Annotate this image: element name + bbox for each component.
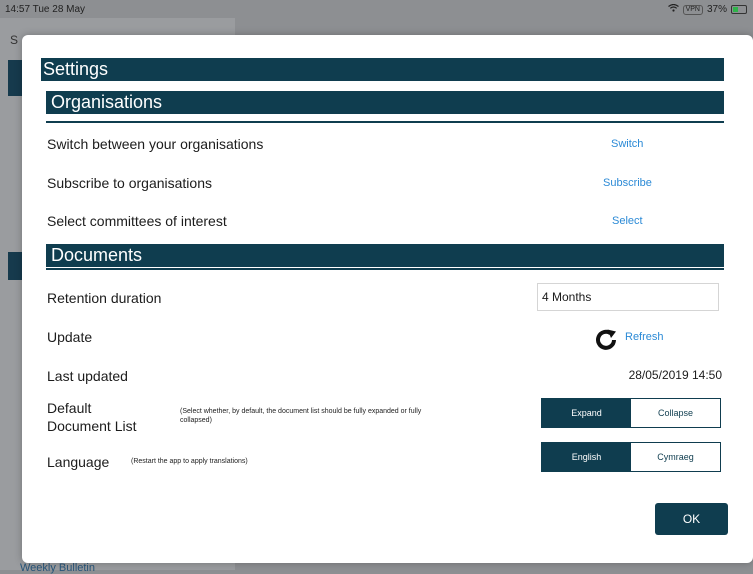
- documents-heading: Documents: [46, 244, 724, 267]
- refresh-link[interactable]: Refresh: [625, 331, 664, 343]
- wifi-icon: [667, 3, 679, 15]
- organisations-heading: Organisations: [46, 91, 724, 114]
- retention-duration-select[interactable]: 4 Months: [537, 283, 719, 311]
- refresh-icon[interactable]: [594, 328, 618, 352]
- background-letter: S: [10, 33, 19, 47]
- english-option[interactable]: English: [542, 443, 631, 471]
- subscribe-organisations-label: Subscribe to organisations: [47, 175, 212, 191]
- select-committees-label: Select committees of interest: [47, 213, 227, 229]
- subscribe-link[interactable]: Subscribe: [603, 177, 652, 189]
- status-bar: 14:57 Tue 28 May VPN 37%: [0, 0, 753, 18]
- section-divider: [46, 268, 724, 270]
- battery-icon: [731, 5, 747, 14]
- update-label: Update: [47, 329, 93, 345]
- cymraeg-option[interactable]: Cymraeg: [631, 443, 720, 471]
- expand-option[interactable]: Expand: [542, 399, 631, 427]
- status-right: VPN 37%: [667, 3, 747, 15]
- default-document-list-label: Default Document List: [47, 399, 136, 435]
- status-time: 14:57 Tue 28 May: [5, 4, 86, 15]
- vpn-badge: VPN: [682, 4, 703, 15]
- switch-organisations-label: Switch between your organisations: [47, 136, 264, 152]
- default-list-hint: (Select whether, by default, the documen…: [180, 408, 422, 424]
- language-hint: (Restart the app to apply translations): [131, 458, 248, 465]
- document-list-toggle: Expand Collapse: [541, 398, 721, 428]
- settings-title: Settings: [41, 58, 724, 81]
- background-bulletin-link: Weekly Bulletin: [20, 562, 95, 574]
- default-label-line1: Default: [47, 400, 92, 416]
- last-updated-value: 28/05/2019 14:50: [628, 368, 722, 382]
- section-divider: [46, 121, 724, 123]
- switch-link[interactable]: Switch: [611, 138, 643, 150]
- ok-button[interactable]: OK: [655, 503, 728, 535]
- collapse-option[interactable]: Collapse: [631, 399, 720, 427]
- select-link[interactable]: Select: [612, 215, 643, 227]
- default-label-line2: Document List: [47, 418, 137, 434]
- settings-modal: Settings Organisations Switch between yo…: [22, 35, 753, 563]
- language-toggle: English Cymraeg: [541, 442, 721, 472]
- retention-label: Retention duration: [47, 290, 162, 306]
- language-label: Language: [47, 454, 110, 470]
- last-updated-label: Last updated: [47, 368, 128, 384]
- battery-percent: 37%: [706, 4, 727, 15]
